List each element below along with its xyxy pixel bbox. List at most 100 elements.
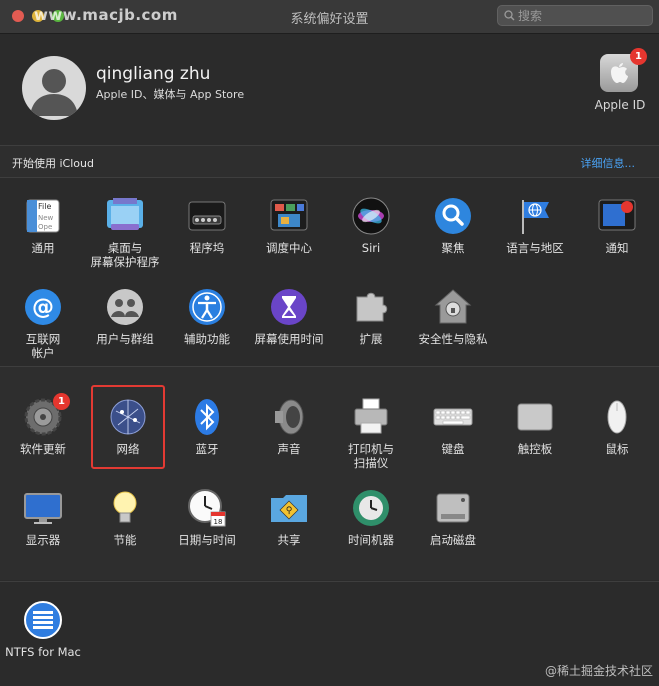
pane-label: 节能 bbox=[113, 533, 137, 547]
pane-trackpad[interactable]: 触控板 bbox=[494, 397, 576, 456]
svg-text:File: File bbox=[38, 202, 51, 211]
pane-users-groups[interactable]: 用户与群组 bbox=[84, 287, 166, 346]
pane-keyboard[interactable]: 键盘 bbox=[412, 397, 494, 456]
pane-label: 语言与地区 bbox=[506, 241, 564, 255]
apple-id-label: Apple ID bbox=[594, 98, 646, 112]
pane-bluetooth[interactable]: 蓝牙 bbox=[166, 397, 248, 456]
pane-label: 启动磁盘 bbox=[430, 533, 476, 547]
notifications-icon bbox=[597, 196, 637, 236]
icloud-details-link[interactable]: 详细信息... bbox=[581, 155, 636, 171]
pane-label: 显示器 bbox=[25, 533, 61, 547]
pane-label: 软件更新 bbox=[20, 442, 66, 456]
pane-mouse[interactable]: 鼠标 bbox=[576, 397, 658, 456]
house-lock-icon bbox=[433, 287, 473, 327]
pane-label: 用户与群组 bbox=[96, 332, 154, 346]
pane-dock[interactable]: 程序坞 bbox=[166, 196, 248, 255]
person-silhouette-icon bbox=[30, 69, 78, 116]
pane-software-update[interactable]: 1 软件更新 bbox=[2, 393, 84, 456]
user-avatar[interactable] bbox=[22, 56, 86, 120]
pane-notifications[interactable]: 通知 bbox=[576, 196, 658, 255]
pane-label: 触控板 bbox=[517, 442, 553, 456]
user-subtitle: Apple ID、媒体与 App Store bbox=[96, 88, 245, 101]
software-update-badge: 1 bbox=[53, 393, 70, 410]
pane-language-region[interactable]: 语言与地区 bbox=[494, 196, 576, 255]
svg-text:Ope: Ope bbox=[38, 223, 52, 231]
pane-startup-disk[interactable]: 启动磁盘 bbox=[412, 488, 494, 547]
ntfs-icon bbox=[23, 600, 63, 640]
accessibility-icon bbox=[187, 287, 227, 327]
pane-spotlight[interactable]: 聚焦 bbox=[412, 196, 494, 255]
pane-label: 桌面与 屏幕保护程序 bbox=[90, 241, 160, 269]
puzzle-piece-icon bbox=[351, 287, 391, 327]
pane-label: 辅助功能 bbox=[184, 332, 230, 346]
pane-label: 聚焦 bbox=[441, 241, 465, 255]
network-globe-icon bbox=[108, 397, 148, 437]
divider bbox=[0, 581, 659, 582]
trackpad-icon bbox=[515, 397, 555, 437]
mouse-icon bbox=[597, 397, 637, 437]
pane-network[interactable]: 网络 bbox=[87, 397, 169, 456]
shared-folder-icon: ⚲ bbox=[269, 488, 309, 528]
icloud-banner: 开始使用 iCloud 详细信息... bbox=[0, 146, 659, 177]
bluetooth-icon bbox=[187, 397, 227, 437]
pane-sound[interactable]: 声音 bbox=[248, 397, 330, 456]
pane-ntfs-for-mac[interactable]: NTFS for Mac bbox=[2, 600, 84, 659]
at-sign-icon: @ bbox=[23, 287, 63, 327]
mission-control-icon bbox=[269, 196, 309, 236]
dock-icon bbox=[187, 196, 227, 236]
siri-icon bbox=[351, 196, 391, 236]
pane-accessibility[interactable]: 辅助功能 bbox=[166, 287, 248, 346]
flag-globe-icon bbox=[515, 196, 555, 236]
pane-label: 打印机与 扫描仪 bbox=[348, 442, 394, 470]
pane-printers-scanners[interactable]: 打印机与 扫描仪 bbox=[330, 397, 412, 470]
desktop-screensaver-icon bbox=[105, 196, 145, 236]
pane-label: 扩展 bbox=[359, 332, 383, 346]
icloud-prompt: 开始使用 iCloud bbox=[12, 157, 94, 170]
svg-text:@: @ bbox=[32, 295, 54, 320]
svg-text:⚲: ⚲ bbox=[286, 506, 293, 516]
pane-screen-time[interactable]: 屏幕使用时间 bbox=[248, 287, 330, 346]
pane-label: 共享 bbox=[277, 533, 301, 547]
pane-desktop-screensaver[interactable]: 桌面与 屏幕保护程序 bbox=[84, 196, 166, 269]
pane-security-privacy[interactable]: 安全性与隐私 bbox=[412, 287, 494, 346]
svg-text:New: New bbox=[38, 214, 54, 222]
printer-icon bbox=[351, 397, 391, 437]
pane-label: 安全性与隐私 bbox=[418, 332, 488, 346]
pane-label: 日期与时间 bbox=[178, 533, 236, 547]
pane-energy-saver[interactable]: 节能 bbox=[84, 488, 166, 547]
pane-mission-control[interactable]: 调度中心 bbox=[248, 196, 330, 255]
display-icon bbox=[23, 488, 63, 528]
time-machine-icon bbox=[351, 488, 391, 528]
pane-general[interactable]: File New Ope 通用 bbox=[2, 196, 84, 255]
magnifier-icon bbox=[433, 196, 473, 236]
pane-label: 屏幕使用时间 bbox=[254, 332, 324, 346]
general-icon: File New Ope bbox=[23, 196, 63, 236]
users-icon bbox=[105, 287, 145, 327]
pane-internet-accounts[interactable]: @ 互联网 帐户 bbox=[2, 287, 84, 360]
pane-label: 通知 bbox=[605, 241, 629, 255]
pane-siri[interactable]: Siri bbox=[330, 196, 412, 255]
divider bbox=[0, 177, 659, 178]
pane-sharing[interactable]: ⚲ 共享 bbox=[248, 488, 330, 547]
pane-label: NTFS for Mac bbox=[5, 645, 81, 659]
svg-text:18: 18 bbox=[214, 518, 223, 526]
lightbulb-icon bbox=[105, 488, 145, 528]
clock-calendar-icon: 18 bbox=[187, 488, 227, 528]
pane-label: 网络 bbox=[116, 442, 140, 456]
pane-time-machine[interactable]: 时间机器 bbox=[330, 488, 412, 547]
search-icon bbox=[504, 10, 515, 21]
keyboard-icon bbox=[433, 397, 473, 437]
pane-label: 调度中心 bbox=[266, 241, 312, 255]
apple-id-pane[interactable]: 1 Apple ID bbox=[590, 48, 650, 114]
pane-label: 通用 bbox=[31, 241, 55, 255]
pane-date-time[interactable]: 18 日期与时间 bbox=[166, 488, 248, 547]
pane-extensions[interactable]: 扩展 bbox=[330, 287, 412, 346]
search-field[interactable] bbox=[497, 5, 653, 26]
pane-label: 互联网 帐户 bbox=[25, 332, 61, 360]
gear-icon: 1 bbox=[23, 393, 70, 437]
pane-label: 声音 bbox=[277, 442, 301, 456]
user-name: qingliang zhu bbox=[96, 64, 211, 84]
search-input[interactable] bbox=[518, 7, 648, 24]
speaker-icon bbox=[269, 397, 309, 437]
pane-displays[interactable]: 显示器 bbox=[2, 488, 84, 547]
